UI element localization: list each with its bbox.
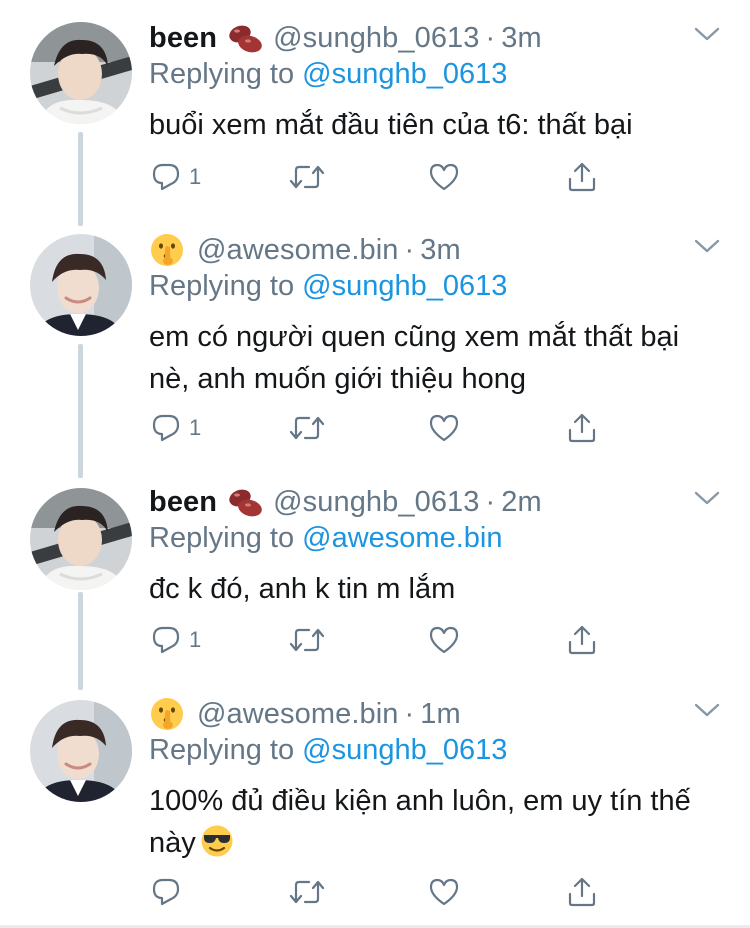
- tweet-actions: 1: [149, 410, 609, 446]
- timestamp[interactable]: 3m: [501, 22, 542, 55]
- retweet-icon: [289, 877, 325, 907]
- like-button[interactable]: [428, 622, 460, 658]
- share-button[interactable]: [566, 159, 598, 195]
- timestamp[interactable]: 1m: [420, 698, 461, 731]
- share-icon: [566, 412, 598, 444]
- avatar[interactable]: [30, 234, 132, 336]
- shushing-face-emoji-icon: [149, 232, 185, 268]
- replying-to-label: Replying to: [149, 58, 295, 90]
- chevron-down-icon[interactable]: [694, 490, 720, 506]
- chevron-down-icon[interactable]: [694, 702, 720, 718]
- like-icon: [428, 625, 460, 655]
- tweet-actions: 1: [149, 622, 609, 658]
- tweet-text: em có người quen cũng xem mắt thất bại n…: [149, 321, 680, 395]
- retweet-button[interactable]: [289, 159, 325, 195]
- retweet-icon: [289, 413, 325, 443]
- tweet[interactable]: @awesome.bin · 3m Replying to @sunghb_06…: [0, 212, 750, 464]
- share-button[interactable]: [566, 410, 598, 446]
- retweet-button[interactable]: [289, 874, 325, 910]
- timestamp[interactable]: 2m: [501, 486, 542, 519]
- reply-icon: [151, 413, 181, 443]
- chevron-down-icon[interactable]: [694, 26, 720, 42]
- replying-to: Replying to @awesome.bin: [149, 522, 502, 555]
- separator-dot: ·: [404, 233, 415, 266]
- tweet-header: @awesome.bin · 3m: [149, 228, 461, 272]
- tweet-actions: [149, 874, 609, 910]
- reply-icon: [151, 162, 181, 192]
- kidney-beans-emoji-icon: [227, 486, 265, 518]
- conversation-thread: been @sunghb_0613 · 3m Replying to @sung…: [0, 0, 750, 928]
- like-button[interactable]: [428, 159, 460, 195]
- user-handle[interactable]: @awesome.bin: [197, 698, 399, 731]
- reply-button[interactable]: 1: [151, 159, 201, 195]
- user-handle[interactable]: @sunghb_0613: [273, 22, 479, 55]
- retweet-icon: [289, 162, 325, 192]
- retweet-button[interactable]: [289, 622, 325, 658]
- reply-icon: [151, 877, 181, 907]
- replying-to-label: Replying to: [149, 734, 295, 766]
- reply-icon: [151, 625, 181, 655]
- replying-to: Replying to @sunghb_0613: [149, 58, 507, 91]
- avatar[interactable]: [30, 488, 132, 590]
- share-button[interactable]: [566, 622, 598, 658]
- like-icon: [428, 413, 460, 443]
- like-icon: [428, 162, 460, 192]
- tweet-text: 100% đủ điều kiện anh luôn, em uy tín th…: [149, 780, 719, 864]
- like-button[interactable]: [428, 874, 460, 910]
- retweet-button[interactable]: [289, 410, 325, 446]
- replying-to-label: Replying to: [149, 270, 295, 302]
- tweet[interactable]: been @sunghb_0613 · 2m Replying to @awes…: [0, 464, 750, 676]
- avatar[interactable]: [30, 700, 132, 802]
- tweet-header: @awesome.bin · 1m: [149, 692, 461, 736]
- replying-to: Replying to @sunghb_0613: [149, 734, 507, 767]
- reply-count: 1: [189, 415, 202, 440]
- tweet-header: been @sunghb_0613 · 2m: [149, 480, 542, 524]
- replying-to-mention[interactable]: @sunghb_0613: [302, 270, 507, 302]
- like-button[interactable]: [428, 410, 460, 446]
- share-icon: [566, 624, 598, 656]
- replying-to-mention[interactable]: @awesome.bin: [302, 522, 502, 554]
- reply-button[interactable]: 1: [151, 410, 201, 446]
- display-name[interactable]: been: [149, 22, 217, 55]
- tweet[interactable]: @awesome.bin · 1m Replying to @sunghb_06…: [0, 676, 750, 928]
- separator-dot: ·: [485, 21, 496, 54]
- separator-dot: ·: [485, 485, 496, 518]
- share-button[interactable]: [566, 874, 598, 910]
- reply-button[interactable]: [151, 874, 189, 910]
- replying-to-label: Replying to: [149, 522, 295, 554]
- reply-count: 1: [189, 627, 202, 652]
- kidney-beans-emoji-icon: [227, 22, 265, 54]
- display-name[interactable]: been: [149, 486, 217, 519]
- tweet-text: đc k đó, anh k tin m lắm: [149, 573, 456, 605]
- like-icon: [428, 877, 460, 907]
- share-icon: [566, 876, 598, 908]
- tweet[interactable]: been @sunghb_0613 · 3m Replying to @sung…: [0, 0, 750, 212]
- tweet-text: buổi xem mắt đầu tiên của t6: thất bại: [149, 109, 633, 141]
- chevron-down-icon[interactable]: [694, 238, 720, 254]
- shushing-face-emoji-icon: [149, 696, 185, 732]
- replying-to: Replying to @sunghb_0613: [149, 270, 507, 303]
- retweet-icon: [289, 625, 325, 655]
- tweet-actions: 1: [149, 159, 609, 195]
- replying-to-mention[interactable]: @sunghb_0613: [302, 734, 507, 766]
- tweet-header: been @sunghb_0613 · 3m: [149, 16, 542, 60]
- separator-dot: ·: [404, 697, 415, 730]
- user-handle[interactable]: @sunghb_0613: [273, 486, 479, 519]
- user-handle[interactable]: @awesome.bin: [197, 234, 399, 267]
- avatar[interactable]: [30, 22, 132, 124]
- timestamp[interactable]: 3m: [420, 234, 461, 267]
- smiling-face-with-sunglasses-emoji-icon: [200, 824, 234, 858]
- replying-to-mention[interactable]: @sunghb_0613: [302, 58, 507, 90]
- reply-count: 1: [189, 164, 202, 189]
- share-icon: [566, 161, 598, 193]
- reply-button[interactable]: 1: [151, 622, 201, 658]
